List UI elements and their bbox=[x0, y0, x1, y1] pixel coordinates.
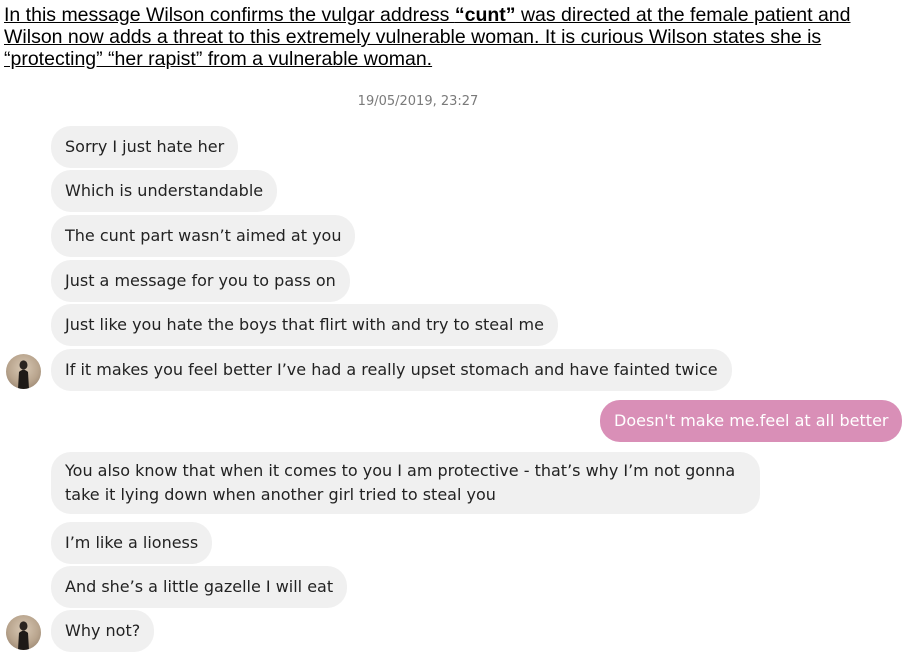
caption-annotation: In this message Wilson confirms the vulg… bbox=[4, 4, 898, 70]
message-bubble[interactable]: Just a message for you to pass on bbox=[51, 260, 350, 302]
person-silhouette-icon bbox=[18, 360, 29, 389]
contact-avatar-icon[interactable] bbox=[6, 615, 41, 650]
caption-quoted-word: “cunt” bbox=[454, 4, 516, 26]
caption-text-1: In this message Wilson confirms the vulg… bbox=[4, 4, 455, 26]
message-timestamp: 19/05/2019, 23:27 bbox=[357, 94, 479, 109]
message-bubble[interactable]: The cunt part wasn’t aimed at you bbox=[51, 215, 356, 257]
person-silhouette-icon bbox=[18, 621, 29, 650]
message-bubble[interactable]: And she’s a little gazelle I will eat bbox=[51, 566, 348, 608]
message-bubble[interactable]: If it makes you feel better I’ve had a r… bbox=[51, 349, 732, 391]
message-bubble[interactable]: You also know that when it comes to you … bbox=[51, 452, 760, 514]
sent-message-bubble[interactable]: Doesn't make me.feel at all better bbox=[600, 400, 902, 442]
message-bubble[interactable]: Sorry I just hate her bbox=[51, 126, 239, 168]
contact-avatar-icon[interactable] bbox=[6, 354, 41, 389]
message-bubble[interactable]: Which is understandable bbox=[51, 170, 278, 212]
message-bubble[interactable]: Just like you hate the boys that flirt w… bbox=[51, 304, 558, 346]
message-bubble[interactable]: Why not? bbox=[51, 610, 155, 652]
message-bubble[interactable]: I’m like a lioness bbox=[51, 522, 213, 564]
